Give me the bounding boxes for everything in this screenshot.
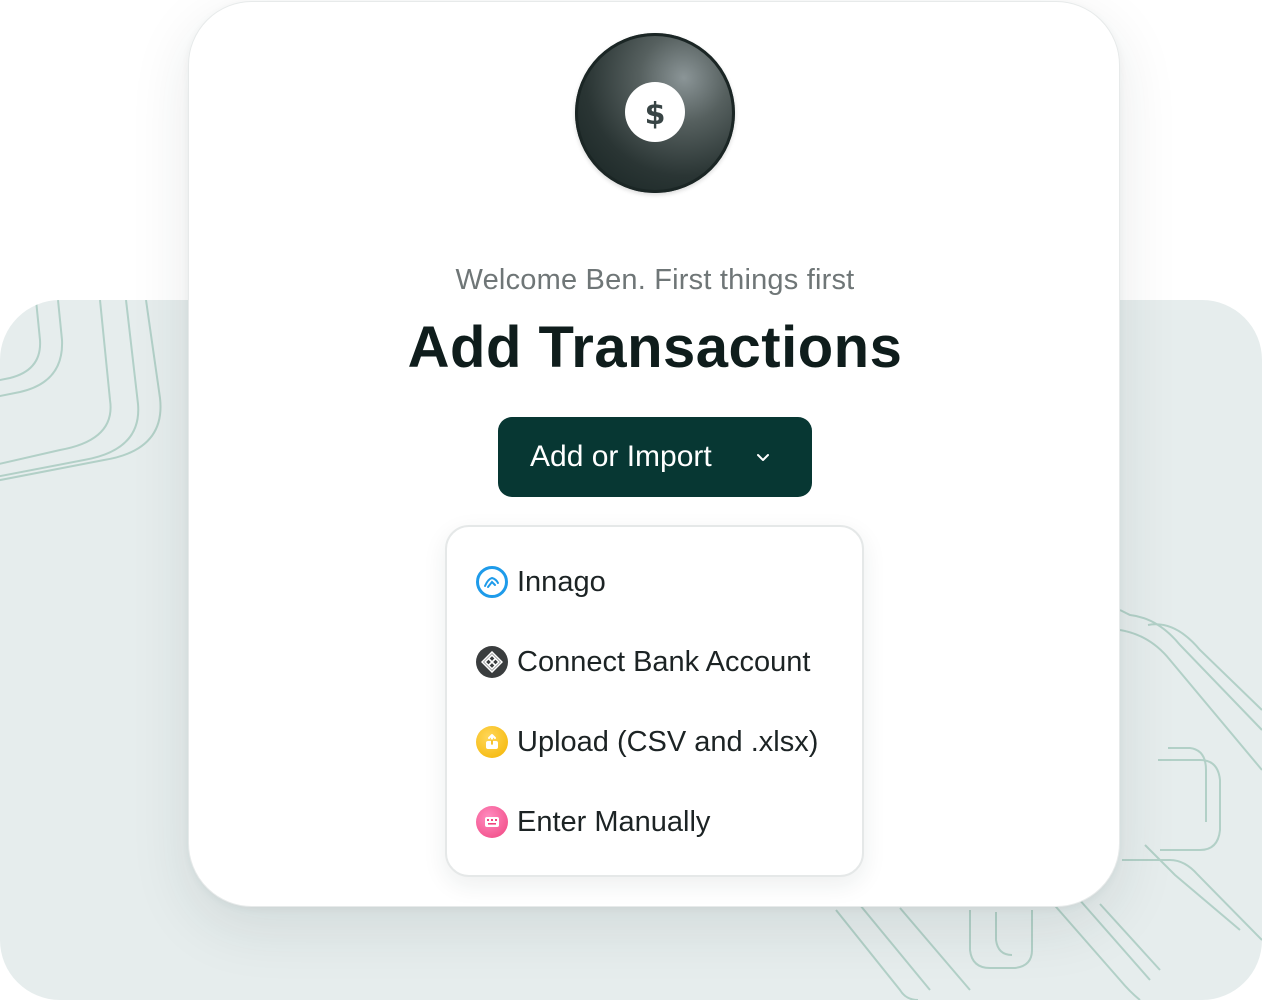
menu-item-label: Innago	[517, 565, 606, 598]
svg-text:$: $	[645, 97, 666, 129]
menu-item-enter-manually[interactable]: Enter Manually	[476, 802, 856, 842]
page-title: Add Transactions	[407, 315, 903, 380]
menu-item-upload[interactable]: Upload (CSV and .xlsx)	[476, 722, 856, 762]
menu-item-label: Upload (CSV and .xlsx)	[517, 725, 819, 758]
coin-avatar: $	[575, 33, 735, 193]
welcome-subtitle: Welcome Ben. First things first	[455, 264, 855, 296]
upload-icon	[476, 726, 508, 758]
add-or-import-label: Add or Import	[530, 440, 712, 473]
page: $ Welcome Ben. First things first Add Tr…	[0, 0, 1262, 1000]
add-or-import-button[interactable]: Add or Import	[498, 417, 812, 497]
dollar-icon: $	[625, 82, 685, 142]
menu-item-label: Connect Bank Account	[517, 645, 811, 678]
chevron-down-icon	[757, 454, 769, 461]
onboarding-card: $ Welcome Ben. First things first Add Tr…	[188, 1, 1120, 907]
innago-icon	[476, 566, 508, 598]
bank-icon	[476, 646, 508, 678]
keyboard-icon	[476, 806, 508, 838]
menu-item-connect-bank[interactable]: Connect Bank Account	[476, 642, 856, 682]
menu-item-label: Enter Manually	[517, 805, 711, 838]
menu-item-innago[interactable]: Innago	[476, 562, 856, 602]
add-import-dropdown-menu: Innago Connect Bank Account Upload (CSV …	[445, 525, 864, 877]
